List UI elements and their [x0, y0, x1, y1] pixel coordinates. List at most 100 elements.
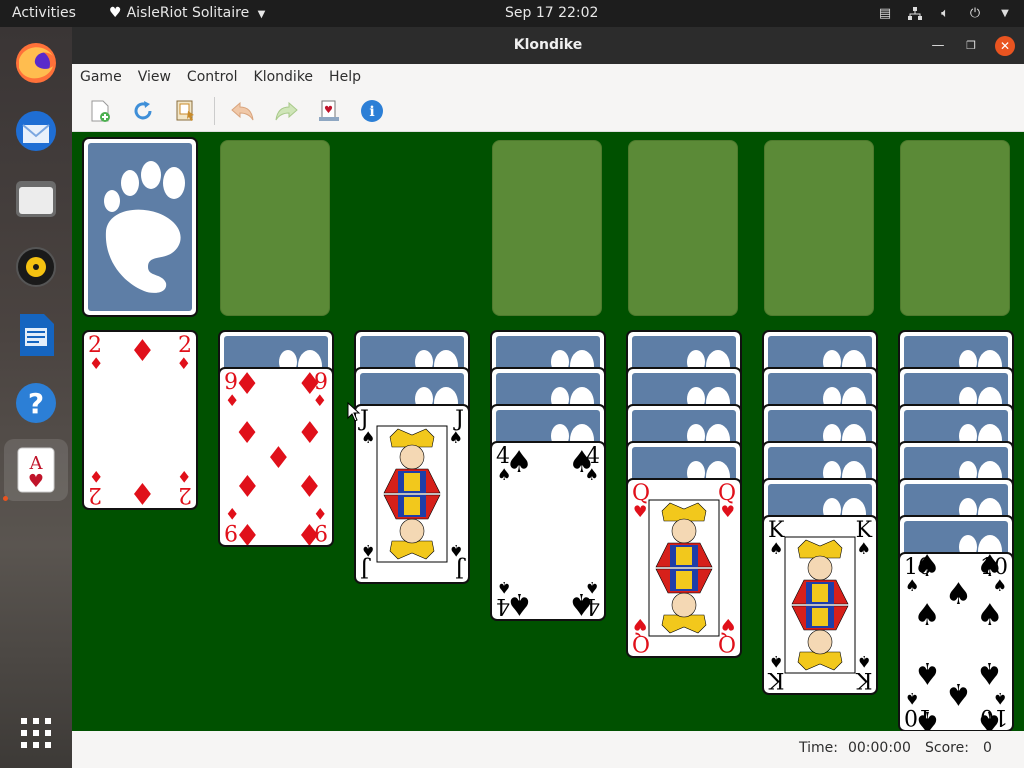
redo-icon[interactable]: [272, 97, 300, 125]
chevron-down-icon: ▼: [257, 9, 266, 20]
undo-icon[interactable]: [229, 97, 257, 125]
stock-pile[interactable]: [82, 137, 198, 317]
title-bar[interactable]: Klondike — ❐ ✕: [72, 27, 1024, 64]
new-game-icon[interactable]: [86, 97, 114, 125]
suit-icon: ♦: [296, 367, 324, 403]
deal-icon[interactable]: ♥: [315, 97, 343, 125]
minimize-button[interactable]: —: [928, 36, 948, 56]
chevron-down-icon[interactable]: ▼: [998, 7, 1012, 21]
clock[interactable]: Sep 17 22:02: [505, 0, 598, 27]
clipboard-icon[interactable]: ▤: [878, 6, 892, 21]
waste-slot[interactable]: [220, 140, 330, 316]
writer-icon[interactable]: [12, 311, 60, 359]
score-label: Score:: [925, 740, 969, 756]
volume-icon[interactable]: 🔈︎: [938, 6, 952, 21]
suit-icon: ♦: [176, 354, 191, 373]
maximize-button[interactable]: ❐: [961, 36, 981, 56]
card-back: [88, 143, 192, 311]
suit-icon: ♠: [856, 539, 871, 558]
svg-text:?: ?: [28, 387, 44, 420]
svg-text:♥: ♥: [28, 471, 44, 492]
face-card-portrait-icon: [784, 536, 856, 674]
menu-game[interactable]: Game: [80, 69, 130, 85]
game-board[interactable]: 2 2 2 2 ♦ ♦ ♦ ♦ ♦ ♦ 9 9 9 9 ♦ ♦ ♦ ♦ ♦ ♦ ♦ ♦ ♦ ♦ ♦ ♦ ♦ J J J J ♠ ♠ ♠ ♠ 4 4 4 4 ♠…: [72, 132, 1024, 732]
tableau-card[interactable]: 9 9 9 9 ♦ ♦ ♦ ♦ ♦ ♦ ♦ ♦ ♦ ♦ ♦ ♦ ♦: [218, 367, 334, 547]
suit-icon: ♥: [720, 502, 735, 521]
suit-icon: ♠: [448, 541, 463, 560]
time-value: 00:00:00: [847, 740, 911, 756]
hint-icon[interactable]: i: [358, 97, 386, 125]
suit-icon: ♥: [633, 615, 648, 634]
suit-icon: ♠: [976, 597, 1004, 633]
network-icon[interactable]: [908, 6, 922, 21]
suit-icon: ♠: [769, 652, 784, 671]
tableau-card[interactable]: 10 10 10 10 ♠ ♠ ♠ ♠ ♠ ♠ ♠ ♠ ♠ ♠ ♠ ♠ ♠ ♠: [898, 552, 1014, 732]
suit-icon: ♦: [233, 515, 261, 547]
show-applications-icon[interactable]: [12, 709, 60, 757]
suit-icon: ♠: [913, 552, 941, 584]
power-icon[interactable]: ⏻: [968, 6, 982, 21]
foundation-slot-2[interactable]: [628, 140, 738, 316]
card-rank: Q: [717, 630, 736, 655]
score-value: 0: [982, 740, 992, 756]
tableau-card[interactable]: 2 2 2 2 ♦ ♦ ♦ ♦ ♦ ♦: [82, 330, 198, 510]
suit-icon: ♠: [856, 652, 871, 671]
foundation-slot-4[interactable]: [900, 140, 1010, 316]
suit-icon: ♠: [361, 428, 376, 447]
thunderbird-icon[interactable]: [12, 107, 60, 155]
mouse-cursor-icon: [347, 402, 361, 422]
tableau-card[interactable]: 4 4 4 4 ♠ ♠ ♠ ♠ ♠ ♠ ♠ ♠: [490, 441, 606, 621]
firefox-icon[interactable]: [12, 39, 60, 87]
suit-icon: ♦: [129, 333, 156, 369]
foundation-slot-1[interactable]: [492, 140, 602, 316]
svg-text:i: i: [369, 104, 374, 120]
menu-control[interactable]: Control: [187, 69, 246, 85]
menu-bar: Game View Control Klondike Help: [72, 64, 1024, 90]
suit-icon: ♦: [296, 416, 324, 452]
suit-icon: ♦: [265, 441, 292, 476]
tableau-card[interactable]: J J J J ♠ ♠ ♠ ♠: [354, 404, 470, 584]
time-display: Time: 00:00:00: [799, 740, 911, 756]
suit-icon: ♥: [633, 502, 648, 521]
suit-icon: ♠: [913, 704, 941, 732]
rhythmbox-icon[interactable]: [12, 243, 60, 291]
toolbar-separator: [214, 96, 215, 125]
dock: ? A ♥: [0, 27, 72, 768]
suit-icon: ♠: [913, 597, 941, 633]
files-icon[interactable]: [12, 175, 60, 223]
running-indicator: [3, 496, 8, 501]
suit-icon: ♦: [89, 354, 104, 373]
status-bar: Time: 00:00:00 Score: 0: [72, 731, 1024, 768]
suit-icon: ♠: [505, 444, 533, 480]
app-menu[interactable]: ♥ AisleRiot Solitaire ▼: [109, 0, 265, 27]
top-bar: Activities ♥ AisleRiot Solitaire ▼ Sep 17…: [0, 0, 1024, 27]
suit-icon: ♠: [976, 552, 1004, 584]
suit-icon: ♠: [769, 539, 784, 558]
suit-icon: ♠: [568, 586, 596, 621]
suit-icon: ♥: [720, 615, 735, 634]
card-rank: J: [455, 556, 464, 581]
suit-icon: ♠: [976, 704, 1004, 732]
menu-klondike[interactable]: Klondike: [254, 69, 322, 85]
heart-icon: ♥: [109, 5, 122, 21]
help-icon[interactable]: ?: [12, 379, 60, 427]
select-game-icon[interactable]: [172, 97, 200, 125]
suit-icon: ♦: [233, 367, 261, 403]
foundation-slot-3[interactable]: [764, 140, 874, 316]
close-button[interactable]: ✕: [995, 36, 1015, 56]
suit-icon: ♠: [945, 576, 972, 612]
restart-icon[interactable]: [129, 97, 157, 125]
card-rank: K: [768, 667, 785, 692]
card-rank: 2: [88, 482, 102, 507]
face-card-portrait-icon: [648, 499, 720, 637]
time-label: Time:: [799, 740, 838, 756]
tableau-card[interactable]: Q Q Q Q ♥ ♥ ♥ ♥: [626, 478, 742, 658]
activities-button[interactable]: Activities: [12, 0, 76, 27]
solitaire-icon[interactable]: A ♥: [4, 439, 68, 501]
tableau-card[interactable]: K K K K ♠ ♠ ♠ ♠: [762, 515, 878, 695]
toolbar: ♥ i: [72, 90, 1024, 132]
suit-icon: ♠: [505, 586, 533, 621]
system-tray[interactable]: ▤ 🔈︎ ⏻ ▼: [878, 0, 1012, 27]
menu-help[interactable]: Help: [329, 69, 369, 85]
menu-view[interactable]: View: [138, 69, 179, 85]
